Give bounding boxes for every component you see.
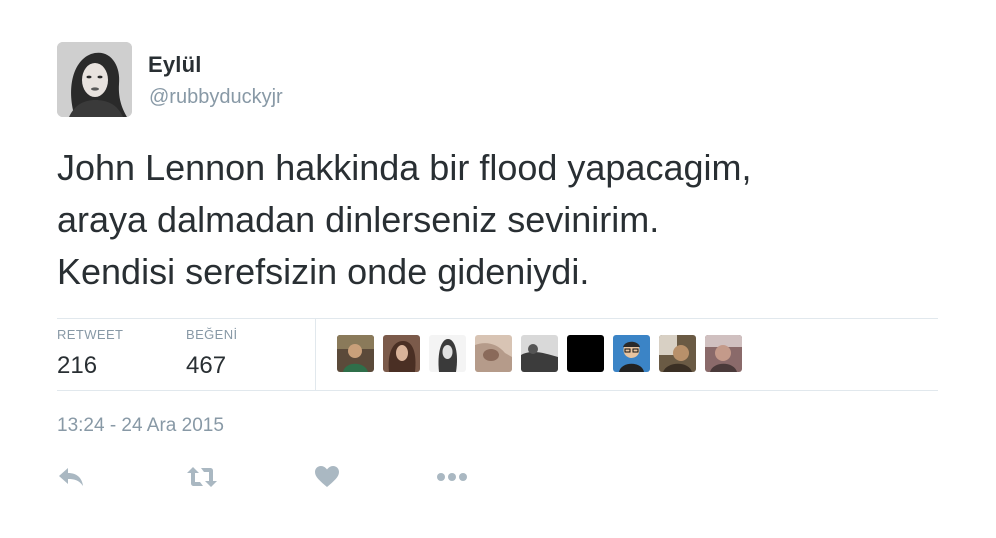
stats-divider-top [57,318,938,319]
liker-avatar-1[interactable] [337,335,374,372]
liker-avatar-2[interactable] [383,335,420,372]
avatar-liker-6-icon [567,335,604,372]
heart-icon [315,466,339,487]
avatar-liker-4-icon [475,335,512,372]
avatar-liker-9-icon [705,335,742,372]
liker-avatar-8[interactable] [659,335,696,372]
avatar-liker-2-icon [383,335,420,372]
reply-icon [59,468,83,486]
tweet-text: John Lennon hakkinda bir flood yapacagim… [57,147,752,292]
stats-divider-bottom [57,390,938,391]
liker-avatar-7[interactable] [613,335,650,372]
reply-button[interactable] [57,462,85,492]
retweet-count: 216 [57,352,98,379]
author-display-name[interactable]: Eylül [148,52,202,78]
like-button[interactable] [314,462,340,492]
like-count: 467 [186,352,227,379]
liker-avatar-3[interactable] [429,335,466,372]
more-icon [437,473,467,481]
avatar-liker-3-icon [429,335,466,372]
more-button[interactable] [435,462,469,492]
author-handle[interactable]: @rubbyduckyjr [149,86,283,109]
stats-separator [315,319,316,390]
liker-avatar-9[interactable] [705,335,742,372]
retweet-stat[interactable]: RETWEET 216 [57,327,123,380]
liker-avatar-4[interactable] [475,335,512,372]
liker-avatar-5[interactable] [521,335,558,372]
like-label: BEĞENİ [186,327,238,342]
avatar-liker-5-icon [521,335,558,372]
retweet-icon [187,467,217,487]
tweet-card: Eylül @rubbyduckyjr John Lennon hakkinda… [0,0,996,538]
avatar-liker-8-icon [659,335,696,372]
avatar-liker-1-icon [337,335,374,372]
retweet-label: RETWEET [57,327,124,342]
author-avatar[interactable] [57,42,132,117]
tweet-timestamp[interactable]: 13:24 - 24 Ara 2015 [57,415,224,437]
liker-avatar-6[interactable] [567,335,604,372]
avatar-liker-7-icon [613,335,650,372]
likers-list [337,335,742,373]
profile-photo-icon [57,42,132,117]
retweet-button[interactable] [185,462,219,492]
like-stat[interactable]: BEĞENİ 467 [186,327,238,380]
